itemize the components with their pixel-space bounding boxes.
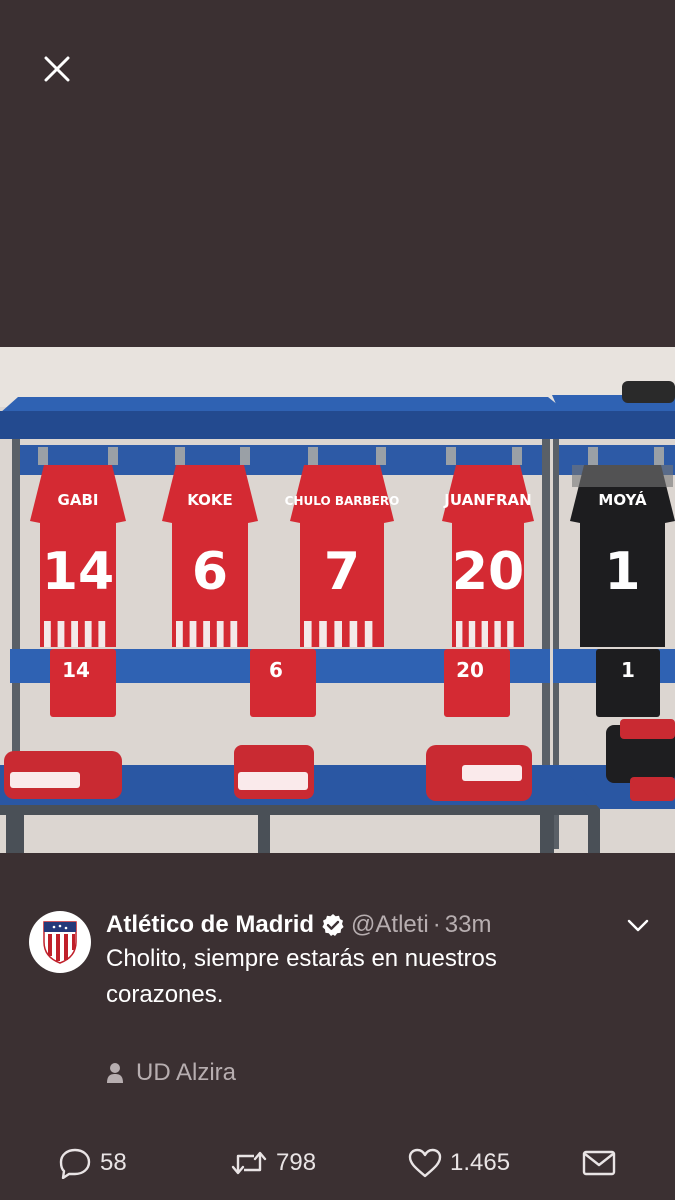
reply-button[interactable]: 58 bbox=[58, 1143, 127, 1183]
location-label: UD Alzira bbox=[136, 1059, 237, 1086]
close-icon bbox=[44, 56, 70, 82]
tweet-actions: 58 798 1.465 bbox=[0, 1143, 675, 1183]
share-button[interactable] bbox=[582, 1143, 624, 1183]
shorts-number: 1 bbox=[621, 658, 635, 682]
reply-icon bbox=[58, 1147, 92, 1179]
jersey-number: 6 bbox=[192, 542, 228, 602]
verified-badge-icon bbox=[321, 913, 345, 937]
reply-count: 58 bbox=[100, 1149, 127, 1176]
tweet-text: Cholito, siempre estarás en nuestros cor… bbox=[106, 945, 497, 1008]
close-button[interactable] bbox=[38, 50, 76, 88]
jersey: CHULO BARBERO 7 bbox=[285, 465, 400, 647]
shorts: 6 bbox=[250, 649, 316, 717]
locker-room-image: GABI 14 KOKE 6 CHULO BARBERO 7 JUANFRAN 20 MOYÁ 1… bbox=[0, 347, 675, 853]
shorts-number: 20 bbox=[456, 658, 484, 682]
jersey-number: 14 bbox=[42, 542, 114, 602]
author-name[interactable]: Atlético de Madrid bbox=[106, 911, 314, 939]
shorts: 1 bbox=[596, 649, 660, 717]
envelope-icon bbox=[582, 1149, 616, 1177]
tweet[interactable]: Atlético de Madrid @Atleti · 33m Cholito… bbox=[0, 853, 675, 1200]
tweet-header: Atlético de Madrid @Atleti · 33m bbox=[106, 909, 491, 941]
shorts: 14 bbox=[50, 649, 116, 717]
heart-icon bbox=[408, 1148, 442, 1178]
jersey-name: GABI bbox=[58, 491, 99, 509]
shorts-number: 14 bbox=[62, 658, 90, 682]
avatar[interactable] bbox=[29, 911, 91, 973]
retweet-count: 798 bbox=[276, 1149, 317, 1176]
jersey-name: JUANFRAN bbox=[443, 491, 531, 509]
shorts-number: 6 bbox=[269, 658, 283, 682]
separator: · bbox=[432, 911, 441, 938]
jersey-name: CHULO BARBERO bbox=[285, 494, 400, 508]
jersey: JUANFRAN 20 bbox=[442, 465, 534, 647]
jersey-number: 1 bbox=[604, 542, 640, 602]
jersey-name: MOYÁ bbox=[598, 490, 647, 509]
jersey-number: 7 bbox=[324, 542, 360, 602]
tweet-photo[interactable]: GABI 14 KOKE 6 CHULO BARBERO 7 JUANFRAN 20 MOYÁ 1… bbox=[0, 347, 675, 853]
jersey: MOYÁ 1 bbox=[570, 465, 675, 647]
retweet-icon bbox=[230, 1148, 268, 1178]
jersey-number: 20 bbox=[452, 542, 524, 602]
jersey-name: KOKE bbox=[187, 491, 233, 509]
tweet-location[interactable]: UD Alzira bbox=[106, 1058, 236, 1088]
shorts: 20 bbox=[444, 649, 510, 717]
retweet-button[interactable]: 798 bbox=[230, 1143, 316, 1183]
jersey: KOKE 6 bbox=[162, 465, 258, 647]
person-icon bbox=[106, 1061, 128, 1085]
jersey: GABI 14 bbox=[30, 465, 126, 647]
chevron-down-icon bbox=[627, 919, 649, 932]
like-count: 1.465 bbox=[450, 1149, 511, 1176]
more-options-button[interactable] bbox=[626, 915, 650, 935]
tweet-time: 33m bbox=[444, 911, 492, 938]
like-button[interactable]: 1.465 bbox=[408, 1143, 510, 1183]
author-handle[interactable]: @Atleti bbox=[351, 911, 429, 939]
atletico-crest-icon bbox=[43, 921, 77, 964]
